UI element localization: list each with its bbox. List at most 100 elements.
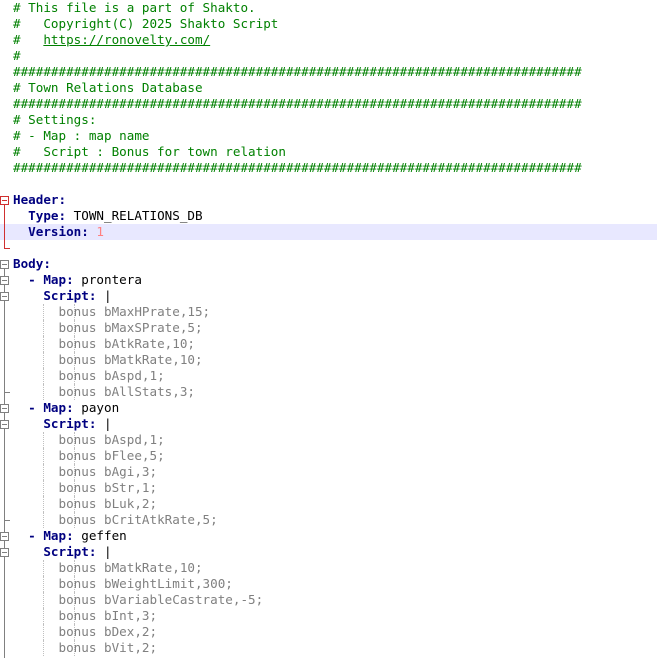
code-line[interactable]: bonus bDex,2;	[0, 624, 657, 640]
code-line[interactable]: ########################################…	[0, 160, 657, 176]
line-text: bonus bMaxHPrate,15;	[13, 304, 211, 320]
code-line[interactable]: ########################################…	[0, 96, 657, 112]
fold-toggle-icon[interactable]	[0, 532, 9, 541]
fold-toggle-icon[interactable]	[0, 276, 9, 285]
yaml-key: Header:	[13, 192, 67, 207]
fold-range-line	[4, 268, 5, 658]
code-line[interactable]: #	[0, 48, 657, 64]
comment-text: # Town Relations Database	[13, 80, 203, 95]
code-line[interactable]: bonus bAtkRate,10;	[0, 336, 657, 352]
code-line[interactable]: - Map: payon	[0, 400, 657, 416]
list-dash: -	[28, 528, 44, 543]
code-line[interactable]: bonus bMaxHPrate,15;	[0, 304, 657, 320]
yaml-key: Script:	[43, 416, 97, 431]
url-link[interactable]: https://ronovelty.com/	[43, 32, 210, 47]
comment-text: # Settings:	[13, 112, 97, 127]
code-line[interactable]: bonus bLuk,2;	[0, 496, 657, 512]
code-line[interactable]: Script: |	[0, 416, 657, 432]
code-line[interactable]: bonus bMatkRate,10;	[0, 352, 657, 368]
line-text: bonus bStr,1;	[13, 480, 158, 496]
script-bonus-text: bonus bMaxSPrate,5;	[58, 320, 203, 335]
line-text: # Copyright(C) 2025 Shakto Script	[13, 16, 278, 32]
code-line[interactable]: bonus bAspd,1;	[0, 432, 657, 448]
fold-end-marker	[4, 392, 10, 393]
code-line[interactable]	[0, 240, 657, 256]
code-line[interactable]: Script: |	[0, 288, 657, 304]
fold-toggle-icon[interactable]	[0, 404, 9, 413]
yaml-value: |	[96, 288, 112, 303]
code-line[interactable]: bonus bAspd,1;	[0, 368, 657, 384]
fold-toggle-icon[interactable]	[0, 548, 9, 557]
comment-text: ########################################…	[13, 96, 582, 111]
code-line[interactable]: bonus bAgi,3;	[0, 464, 657, 480]
script-bonus-text: bonus bFlee,5;	[58, 448, 165, 463]
line-text: - Map: geffen	[13, 528, 127, 544]
comment-text: # - Map : map name	[13, 128, 150, 143]
code-line[interactable]: # This file is a part of Shakto.	[0, 0, 657, 16]
code-line[interactable]: bonus bInt,3;	[0, 608, 657, 624]
code-line[interactable]: # Copyright(C) 2025 Shakto Script	[0, 16, 657, 32]
code-line[interactable]	[0, 176, 657, 192]
code-line[interactable]: bonus bWeightLimit,300;	[0, 576, 657, 592]
line-text: bonus bCritAtkRate,5;	[13, 512, 218, 528]
fold-toggle-icon[interactable]	[0, 292, 9, 301]
script-bonus-text: bonus bMaxHPrate,15;	[58, 304, 211, 319]
code-line[interactable]: # https://ronovelty.com/	[0, 32, 657, 48]
yaml-key: Map:	[43, 528, 74, 543]
code-line[interactable]: bonus bMaxSPrate,5;	[0, 320, 657, 336]
code-line[interactable]: # - Map : map name	[0, 128, 657, 144]
code-line[interactable]: Header:	[0, 192, 657, 208]
code-line[interactable]: bonus bCritAtkRate,5;	[0, 512, 657, 528]
code-line[interactable]: - Map: prontera	[0, 272, 657, 288]
line-text: - Map: payon	[13, 400, 119, 416]
yaml-value: |	[96, 416, 112, 431]
code-line[interactable]: # Settings:	[0, 112, 657, 128]
code-line[interactable]: Type: TOWN_RELATIONS_DB	[0, 208, 657, 224]
code-line[interactable]: Body:	[0, 256, 657, 272]
code-line[interactable]: bonus bAllStats,3;	[0, 384, 657, 400]
script-bonus-text: bonus bWeightLimit,300;	[58, 576, 233, 591]
code-line[interactable]: # Town Relations Database	[0, 80, 657, 96]
comment-text: # This file is a part of Shakto.	[13, 0, 256, 15]
code-line[interactable]: bonus bFlee,5;	[0, 448, 657, 464]
current-line[interactable]: Version: 1	[0, 224, 657, 240]
code-line[interactable]: bonus bMatkRate,10;	[0, 560, 657, 576]
script-bonus-text: bonus bMatkRate,10;	[58, 352, 203, 367]
map-name: payon	[73, 400, 120, 415]
line-text: # This file is a part of Shakto.	[13, 0, 256, 16]
line-text: ########################################…	[13, 160, 582, 176]
line-text: bonus bLuk,2;	[13, 496, 158, 512]
code-line[interactable]: # Script : Bonus for town relation	[0, 144, 657, 160]
script-bonus-text: bonus bCritAtkRate,5;	[58, 512, 218, 527]
code-line[interactable]: Script: |	[0, 544, 657, 560]
line-text: Body:	[13, 256, 51, 272]
map-name: geffen	[73, 528, 127, 543]
fold-toggle-icon[interactable]	[0, 420, 9, 429]
list-dash: -	[28, 400, 44, 415]
code-line[interactable]: bonus bVit,2;	[0, 640, 657, 656]
code-editor[interactable]: # This file is a part of Shakto. # Copyri…	[0, 0, 657, 658]
code-line[interactable]: - Map: geffen	[0, 528, 657, 544]
yaml-key: Script:	[43, 288, 97, 303]
yaml-value: 1	[88, 224, 105, 239]
code-line[interactable]: bonus bVariableCastrate,-5;	[0, 592, 657, 608]
code-line[interactable]: ########################################…	[0, 64, 657, 80]
yaml-key: Type:	[28, 208, 67, 223]
code-line[interactable]: bonus bStr,1;	[0, 480, 657, 496]
script-bonus-text: bonus bStr,1;	[58, 480, 158, 495]
